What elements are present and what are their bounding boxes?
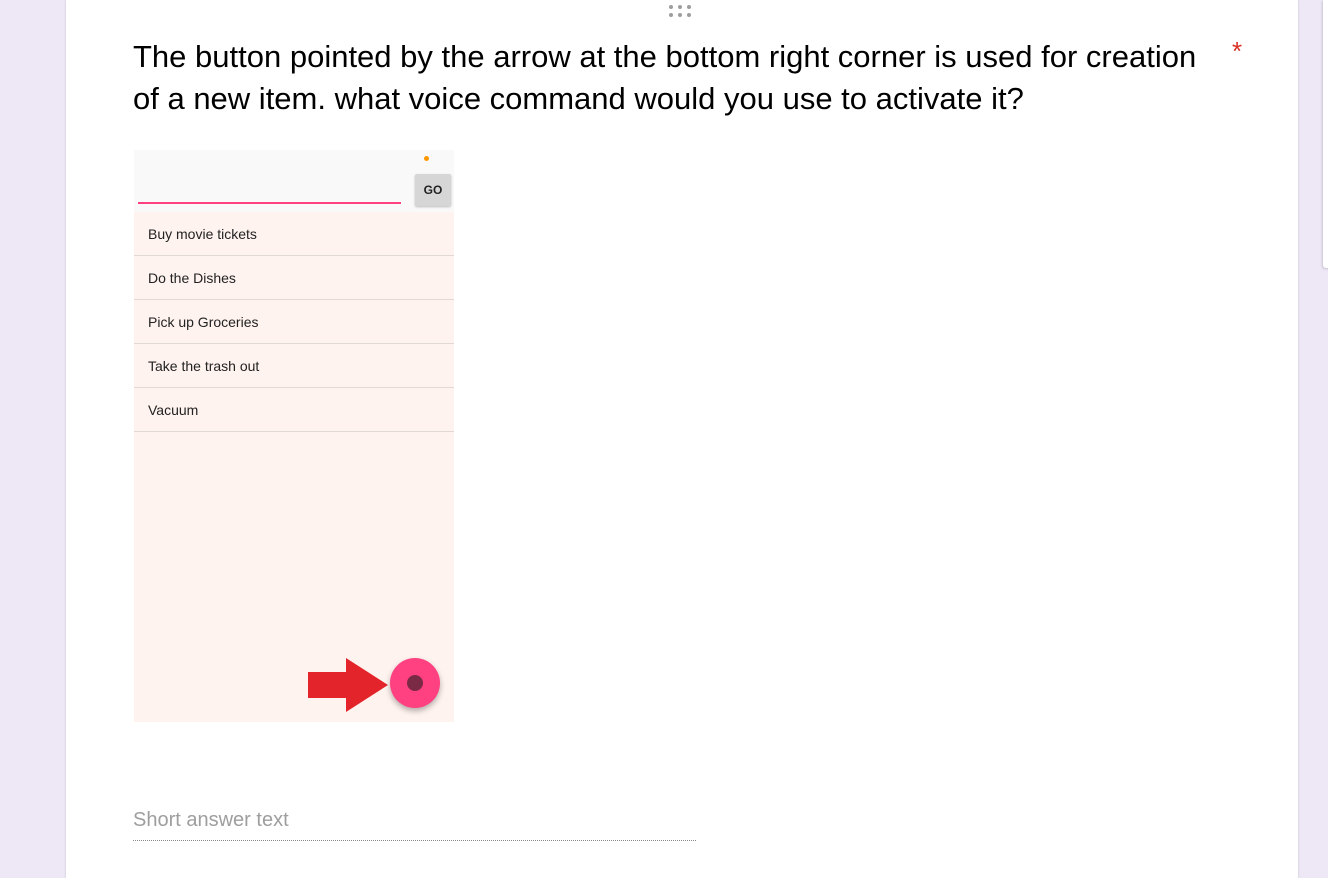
todo-input bbox=[138, 174, 401, 204]
red-arrow-icon bbox=[308, 658, 388, 712]
drag-handle-icon[interactable] bbox=[669, 5, 697, 19]
question-card[interactable]: The button pointed by the arrow at the b… bbox=[66, 0, 1298, 878]
list-item: Take the trash out bbox=[134, 344, 454, 388]
list-item: Pick up Groceries bbox=[134, 300, 454, 344]
list-item: Buy movie tickets bbox=[134, 212, 454, 256]
app-toolbar: GO bbox=[134, 150, 454, 212]
go-button: GO bbox=[415, 174, 451, 206]
add-item-fab bbox=[390, 658, 440, 708]
next-question-card bbox=[1323, 0, 1328, 268]
list-item: Vacuum bbox=[134, 388, 454, 432]
notification-dot-icon bbox=[424, 156, 429, 161]
list-item: Do the Dishes bbox=[134, 256, 454, 300]
form-page: The button pointed by the arrow at the b… bbox=[0, 0, 1328, 878]
fab-center-dot bbox=[407, 675, 423, 691]
short-answer-input[interactable]: Short answer text bbox=[133, 806, 696, 841]
question-image: GO Buy movie tickets Do the Dishes Pick … bbox=[134, 150, 454, 722]
todo-list: Buy movie tickets Do the Dishes Pick up … bbox=[134, 212, 454, 432]
required-asterisk: * bbox=[1232, 36, 1243, 66]
question-title: The button pointed by the arrow at the b… bbox=[133, 39, 1197, 116]
